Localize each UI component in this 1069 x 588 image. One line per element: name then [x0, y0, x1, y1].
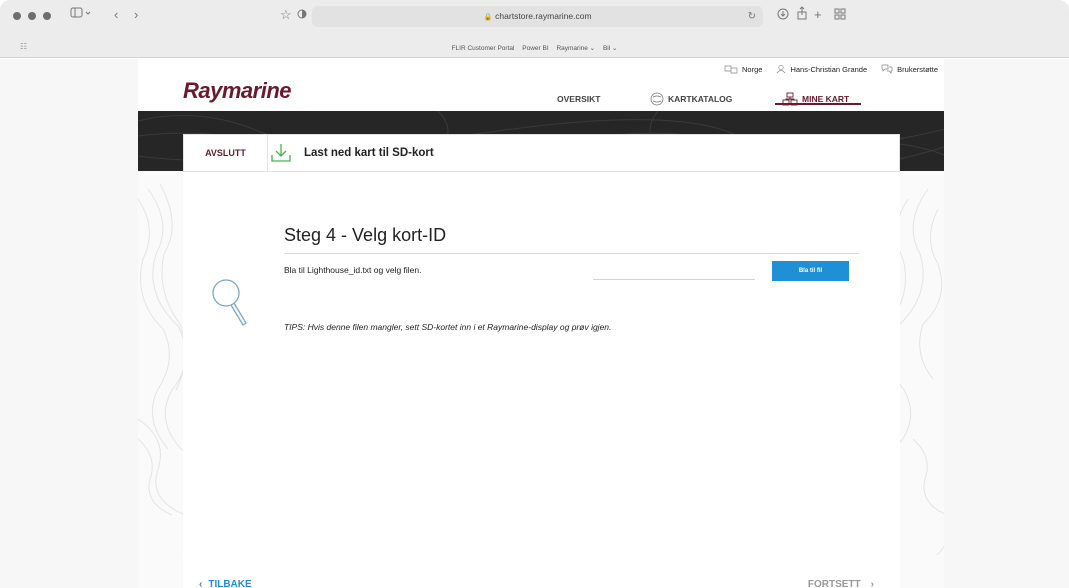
- main-nav: OVERSIKT KARTKATALOG MINE KART: [138, 89, 944, 111]
- close-icon[interactable]: [13, 12, 21, 20]
- window-controls[interactable]: [13, 12, 51, 20]
- step-heading: Steg 4 - Velg kort-ID: [284, 225, 446, 246]
- lock-icon: 🔒: [483, 14, 493, 21]
- exit-button[interactable]: AVSLUTT: [184, 135, 268, 171]
- chevron-right-icon: ›: [870, 579, 874, 588]
- tab-overview-label: OVERSIKT: [557, 94, 601, 104]
- bookmark-item[interactable]: Power BI: [522, 45, 548, 52]
- share-icon[interactable]: [795, 6, 809, 20]
- step-instruction: Bla til Lighthouse_id.txt og velg filen.: [284, 265, 422, 275]
- user-icon: [777, 64, 786, 74]
- back-label: TILBAKE: [208, 579, 252, 588]
- catalog-icon: [650, 92, 664, 106]
- region-selector[interactable]: Norge: [724, 64, 762, 74]
- region-label: Norge: [742, 64, 763, 74]
- chevron-left-icon: ‹: [199, 579, 203, 588]
- browse-file-button[interactable]: Bla til fil: [772, 261, 849, 281]
- minimize-icon[interactable]: [28, 12, 36, 20]
- support-label: Brukerstøtte: [897, 64, 938, 74]
- user-menu[interactable]: Hans-Christian Grande: [776, 64, 867, 74]
- tab-catalog[interactable]: KARTKATALOG: [650, 91, 732, 107]
- next-label: FORTSETT: [807, 579, 861, 588]
- tab-catalog-label: KARTKATALOG: [668, 94, 733, 104]
- step-number: Steg 4: [284, 225, 337, 245]
- tab-overview-icon[interactable]: [833, 6, 847, 20]
- bookmark-item[interactable]: Bil ⌄: [603, 45, 617, 52]
- new-tab-icon[interactable]: +: [814, 6, 822, 24]
- globe-icon: [724, 65, 738, 74]
- star-icon[interactable]: ☆: [280, 6, 292, 24]
- sidebar-icon[interactable]: [70, 6, 92, 20]
- site-container: Norge Hans-Christian Grande Brukerstøtte…: [138, 59, 944, 588]
- url-text: chartstore.raymarine.com: [495, 11, 592, 21]
- download-icon[interactable]: [776, 6, 790, 20]
- shield-icon[interactable]: [296, 6, 308, 20]
- tab-overview[interactable]: OVERSIKT: [557, 91, 600, 107]
- user-name: Hans-Christian Grande: [790, 64, 868, 74]
- file-path-input[interactable]: [593, 261, 755, 280]
- wizard-toolbar: AVSLUTT Last ned kart til SD-kort: [183, 134, 900, 172]
- wizard-content: Steg 4 - Velg kort-ID Bla til Lighthouse…: [183, 172, 900, 588]
- toolbar-title: Last ned kart til SD-kort: [304, 147, 434, 159]
- bookmark-item[interactable]: FLIR Customer Portal: [452, 45, 515, 52]
- site-header: Norge Hans-Christian Grande Brukerstøtte…: [138, 59, 944, 111]
- back-icon[interactable]: ‹: [114, 6, 118, 24]
- reload-icon[interactable]: ↻: [748, 6, 756, 27]
- address-bar[interactable]: 🔒 chartstore.raymarine.com ↻: [312, 6, 763, 27]
- active-tab-indicator: [775, 103, 861, 105]
- page: Norge Hans-Christian Grande Brukerstøtte…: [0, 59, 1069, 588]
- support-link[interactable]: Brukerstøtte: [881, 64, 938, 74]
- tips-text: TIPS: Hvis denne filen mangler, sett SD-…: [284, 322, 612, 332]
- step-title: - Velg kort-ID: [336, 225, 447, 245]
- browser-chrome: ‹ › ☆ 🔒 chartstore.raymarine.com ↻ + ☷ FL…: [0, 0, 1069, 58]
- download-icon: [270, 143, 292, 168]
- utility-bar: Norge Hans-Christian Grande Brukerstøtte: [724, 64, 938, 74]
- next-button[interactable]: FORTSETT ›: [808, 579, 874, 588]
- divider: [284, 253, 859, 254]
- magnifier-icon: [209, 276, 249, 333]
- forward-icon[interactable]: ›: [134, 6, 138, 24]
- zoom-icon[interactable]: [43, 12, 51, 20]
- bookmarks-bar: FLIR Customer Portal Power BI Raymarine …: [0, 44, 1069, 52]
- bookmark-item[interactable]: Raymarine ⌄: [556, 45, 595, 52]
- support-icon: [881, 64, 893, 74]
- back-button[interactable]: ‹ TILBAKE: [199, 579, 252, 588]
